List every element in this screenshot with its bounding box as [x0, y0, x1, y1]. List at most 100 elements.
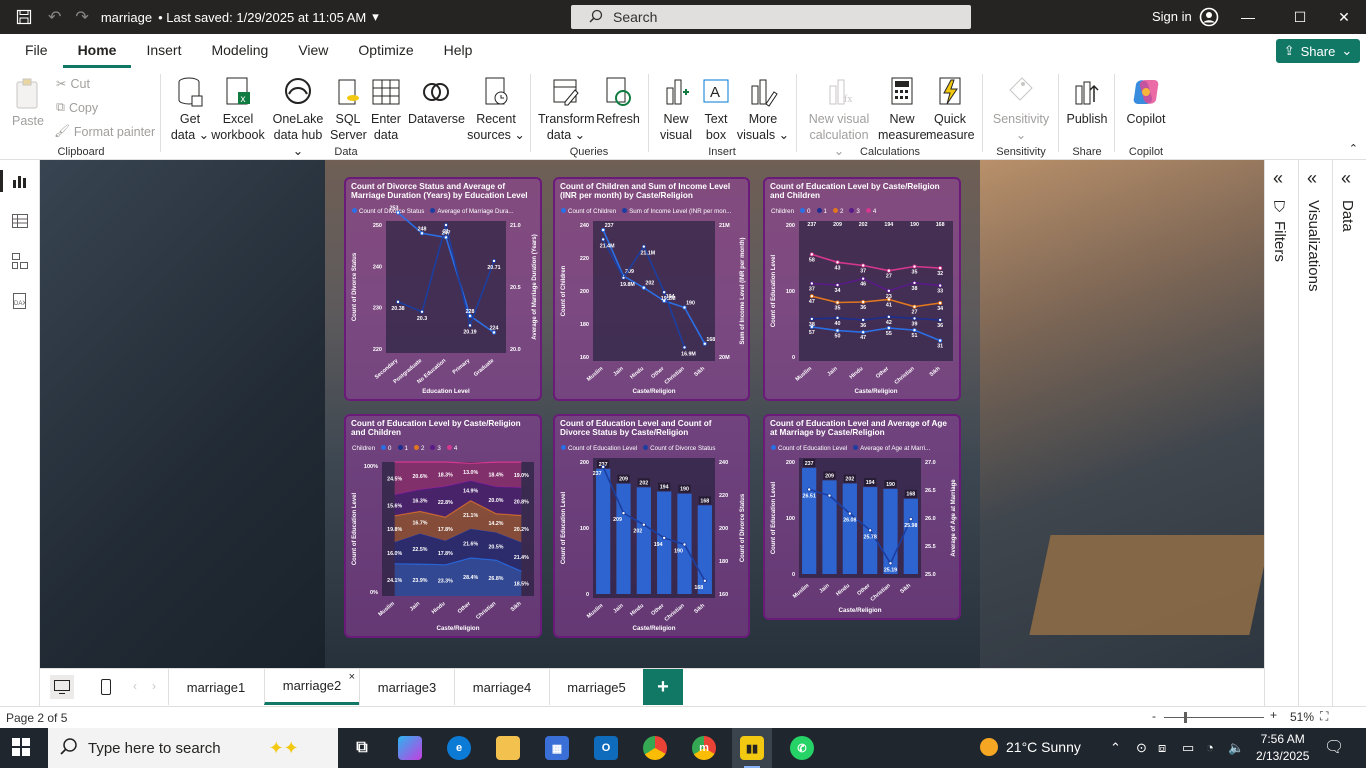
- paste-button[interactable]: Paste: [8, 76, 48, 129]
- publish-button[interactable]: Publish: [1064, 76, 1110, 127]
- menu-modeling[interactable]: Modeling: [196, 34, 283, 68]
- model-view-icon[interactable]: [11, 252, 29, 270]
- excel-workbook-button[interactable]: x Excel workbook: [210, 76, 266, 143]
- table-view-icon[interactable]: [11, 212, 29, 230]
- sensitivity-button[interactable]: Sensitivity ⌄: [988, 76, 1054, 143]
- screen-icon[interactable]: ⧈: [1158, 740, 1166, 756]
- education-by-caste-children-line-visual[interactable]: Count of Education Level by Caste/Religi…: [763, 177, 961, 401]
- account-avatar-icon[interactable]: [1199, 7, 1219, 27]
- transform-data-button[interactable]: Transform data ⌄: [538, 76, 595, 143]
- dax-query-view-icon[interactable]: DAX: [11, 292, 29, 310]
- outlook-icon[interactable]: O: [594, 736, 618, 760]
- edge-icon[interactable]: e: [447, 736, 471, 760]
- menu-home[interactable]: Home: [62, 34, 132, 68]
- share-button[interactable]: ⇪ Share ⌄: [1276, 39, 1360, 63]
- onelake-label: OneLake data hub: [272, 112, 324, 142]
- close-button[interactable]: ✕: [1332, 6, 1356, 28]
- x-tick-label: Other: [856, 582, 872, 597]
- data-pane[interactable]: « Data: [1332, 160, 1366, 706]
- filters-pane[interactable]: « ⛉ Filters: [1264, 160, 1298, 706]
- undo-icon[interactable]: ↶: [48, 7, 61, 27]
- menu-optimize[interactable]: Optimize: [343, 34, 428, 68]
- zoom-thumb[interactable]: [1184, 712, 1187, 723]
- expand-visualizations-icon[interactable]: «: [1307, 168, 1317, 189]
- children-income-visual[interactable]: Count of Children and Sum of Income Leve…: [553, 177, 750, 401]
- tab-marriage4[interactable]: marriage4: [454, 669, 549, 705]
- data-label: 19.0%: [514, 473, 529, 479]
- dataverse-button[interactable]: Dataverse: [408, 76, 465, 127]
- save-icon[interactable]: [14, 7, 34, 27]
- whatsapp-icon[interactable]: ✆: [790, 736, 814, 760]
- store-icon[interactable]: ▦: [545, 736, 569, 760]
- zoom-slider[interactable]: - + 51% ⛶: [1152, 708, 1332, 725]
- expand-data-icon[interactable]: «: [1341, 168, 1351, 189]
- windows-start-icon[interactable]: [12, 738, 32, 758]
- cut-button[interactable]: ✂ Cut: [56, 76, 90, 92]
- battery-icon[interactable]: ▭: [1182, 740, 1194, 756]
- zoom-in-icon[interactable]: +: [1270, 708, 1277, 722]
- new-visual-button[interactable]: New visual: [656, 76, 696, 143]
- report-canvas[interactable]: Count of Divorce Status and Average of M…: [40, 160, 1264, 668]
- quick-measure-button[interactable]: Quick measure: [926, 76, 975, 143]
- previous-page-icon[interactable]: ‹: [133, 679, 137, 693]
- tab-marriage3[interactable]: marriage3: [359, 669, 454, 705]
- tab-marriage2[interactable]: marriage2 ×: [264, 669, 359, 705]
- mobile-layout-icon[interactable]: [94, 675, 118, 699]
- data-label: 237: [805, 461, 814, 467]
- enter-data-button[interactable]: Enter data: [368, 76, 404, 143]
- task-view-icon[interactable]: ⧉: [350, 736, 374, 760]
- chrome-icon[interactable]: [643, 736, 667, 760]
- taskbar-search[interactable]: Type here to search ✦✦: [48, 728, 338, 768]
- menu-file[interactable]: File: [10, 34, 63, 68]
- document-title[interactable]: marriage • Last saved: 1/29/2025 at 11:0…: [101, 9, 379, 25]
- search-input[interactable]: Search: [571, 5, 971, 29]
- redo-icon[interactable]: ↷: [75, 7, 88, 27]
- x-axis-title: Caste/Religion: [633, 625, 676, 632]
- divorce-by-education-visual[interactable]: Count of Divorce Status and Average of M…: [344, 177, 542, 401]
- collapse-ribbon-icon[interactable]: ⌃: [1349, 142, 1358, 155]
- meet-now-icon[interactable]: ⊙: [1136, 740, 1147, 756]
- weather-widget[interactable]: 21°C Sunny: [980, 738, 1081, 756]
- text-box-button[interactable]: A Text box: [698, 76, 734, 143]
- copilot-app-icon[interactable]: [398, 736, 422, 760]
- tab-marriage5[interactable]: marriage5: [549, 669, 644, 705]
- menu-insert[interactable]: Insert: [131, 34, 196, 68]
- wifi-icon[interactable]: ◔: [1206, 740, 1214, 755]
- zoom-out-icon[interactable]: -: [1152, 709, 1156, 723]
- notifications-icon[interactable]: 🗨: [1324, 737, 1344, 757]
- more-visuals-button[interactable]: More visuals ⌄: [736, 76, 790, 143]
- desktop-layout-icon[interactable]: [50, 675, 74, 699]
- education-by-caste-children-area-visual[interactable]: Count of Education Level by Caste/Religi…: [344, 414, 542, 638]
- recent-sources-button[interactable]: Recent sources ⌄: [466, 76, 526, 143]
- chrome-profile-icon[interactable]: m: [692, 736, 716, 760]
- minimize-button[interactable]: —: [1236, 6, 1260, 28]
- sql-server-button[interactable]: SQL Server: [330, 76, 367, 143]
- report-view-icon[interactable]: [11, 172, 29, 190]
- education-age-bar-visual[interactable]: Count of Education Level and Average of …: [763, 414, 961, 620]
- next-page-icon[interactable]: ›: [152, 679, 156, 693]
- copilot-button[interactable]: Copilot: [1120, 76, 1172, 127]
- format-painter-button[interactable]: 🖌 Format painter: [54, 124, 155, 139]
- power-bi-icon[interactable]: ▮▮: [740, 736, 764, 760]
- file-explorer-icon[interactable]: [496, 736, 520, 760]
- add-page-button[interactable]: +: [643, 669, 683, 705]
- new-measure-button[interactable]: New measure: [878, 76, 927, 143]
- visualizations-pane[interactable]: « Visualizations: [1298, 160, 1332, 706]
- menu-view[interactable]: View: [283, 34, 343, 68]
- data-label: 27: [912, 310, 918, 316]
- close-tab-icon[interactable]: ×: [349, 671, 355, 683]
- copy-button[interactable]: ⧉ Copy: [56, 100, 98, 115]
- fit-to-page-icon[interactable]: ⛶: [1320, 709, 1328, 724]
- clock[interactable]: 7:56 AM 2/13/2025: [1256, 731, 1309, 765]
- maximize-button[interactable]: ☐: [1288, 6, 1312, 28]
- get-data-button[interactable]: Get data ⌄: [168, 76, 212, 143]
- sign-in-link[interactable]: Sign in: [1152, 9, 1192, 24]
- tab-marriage1[interactable]: marriage1: [168, 669, 263, 705]
- expand-filters-icon[interactable]: «: [1273, 168, 1283, 189]
- refresh-button[interactable]: Refresh: [596, 76, 640, 127]
- menu-help[interactable]: Help: [429, 34, 488, 68]
- volume-icon[interactable]: 🔈: [1228, 740, 1244, 756]
- paste-label: Paste: [12, 114, 44, 128]
- education-divorce-bar-visual[interactable]: Count of Education Level and Count of Di…: [553, 414, 750, 638]
- chevron-up-icon[interactable]: ⌃: [1110, 740, 1121, 756]
